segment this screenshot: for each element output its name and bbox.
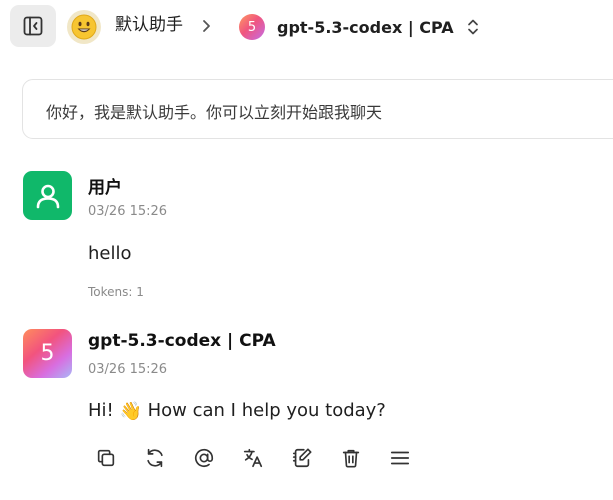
message-action-bar — [93, 445, 413, 471]
mention-button[interactable] — [191, 445, 217, 471]
token-count: Tokens: 1 — [88, 285, 144, 299]
message-text-start: Hi! — [88, 400, 120, 421]
user-avatar — [23, 171, 72, 220]
chevron-right-icon — [199, 15, 213, 37]
assistant-avatar[interactable] — [67, 10, 101, 44]
user-icon — [36, 184, 59, 208]
model-logo: 5 — [239, 14, 265, 40]
model-avatar: 5 — [23, 329, 72, 378]
regenerate-button[interactable] — [142, 445, 168, 471]
chevron-up-down-icon — [466, 17, 480, 37]
model-name: gpt-5.3-codex | CPA — [277, 17, 454, 37]
model-selector[interactable]: 5 gpt-5.3-codex | CPA — [237, 12, 480, 42]
menu-icon — [390, 451, 410, 465]
sidebar-toggle-icon — [23, 16, 43, 36]
sidebar-toggle-button[interactable] — [10, 5, 56, 47]
delete-button[interactable] — [338, 445, 364, 471]
translate-button[interactable] — [240, 445, 266, 471]
copy-icon — [97, 449, 115, 467]
more-menu-button[interactable] — [387, 445, 413, 471]
waving-hand-icon: 👋 — [119, 401, 142, 422]
copy-button[interactable] — [93, 445, 119, 471]
assistant-name[interactable]: 默认助手 — [115, 14, 183, 36]
chat-window: 默认助手 5 gpt-5.3-codex | CPA 你好，我是默认助手。你可以… — [0, 0, 613, 500]
message-sender: gpt-5.3-codex | CPA — [88, 331, 276, 351]
message-text-end: How can I help you today? — [141, 400, 386, 421]
message-timestamp: 03/26 15:26 — [88, 362, 168, 377]
translate-icon — [243, 448, 263, 468]
greeting-box: 你好，我是默认助手。你可以立刻开始跟我聊天 — [22, 79, 613, 139]
delete-icon — [342, 449, 360, 468]
message-timestamp: 03/26 15:26 — [88, 204, 168, 219]
greeting-text: 你好，我是默认助手。你可以立刻开始跟我聊天 — [46, 103, 383, 122]
smiley-emoji-icon — [71, 14, 97, 40]
mention-icon — [194, 448, 214, 468]
edit-icon — [292, 448, 312, 468]
message-text: Hi! 👋 How can I help you today? — [88, 400, 386, 422]
message-text: hello — [88, 243, 132, 264]
regenerate-icon — [147, 448, 163, 468]
edit-button[interactable] — [289, 445, 315, 471]
message-sender: 用户 — [88, 178, 122, 198]
